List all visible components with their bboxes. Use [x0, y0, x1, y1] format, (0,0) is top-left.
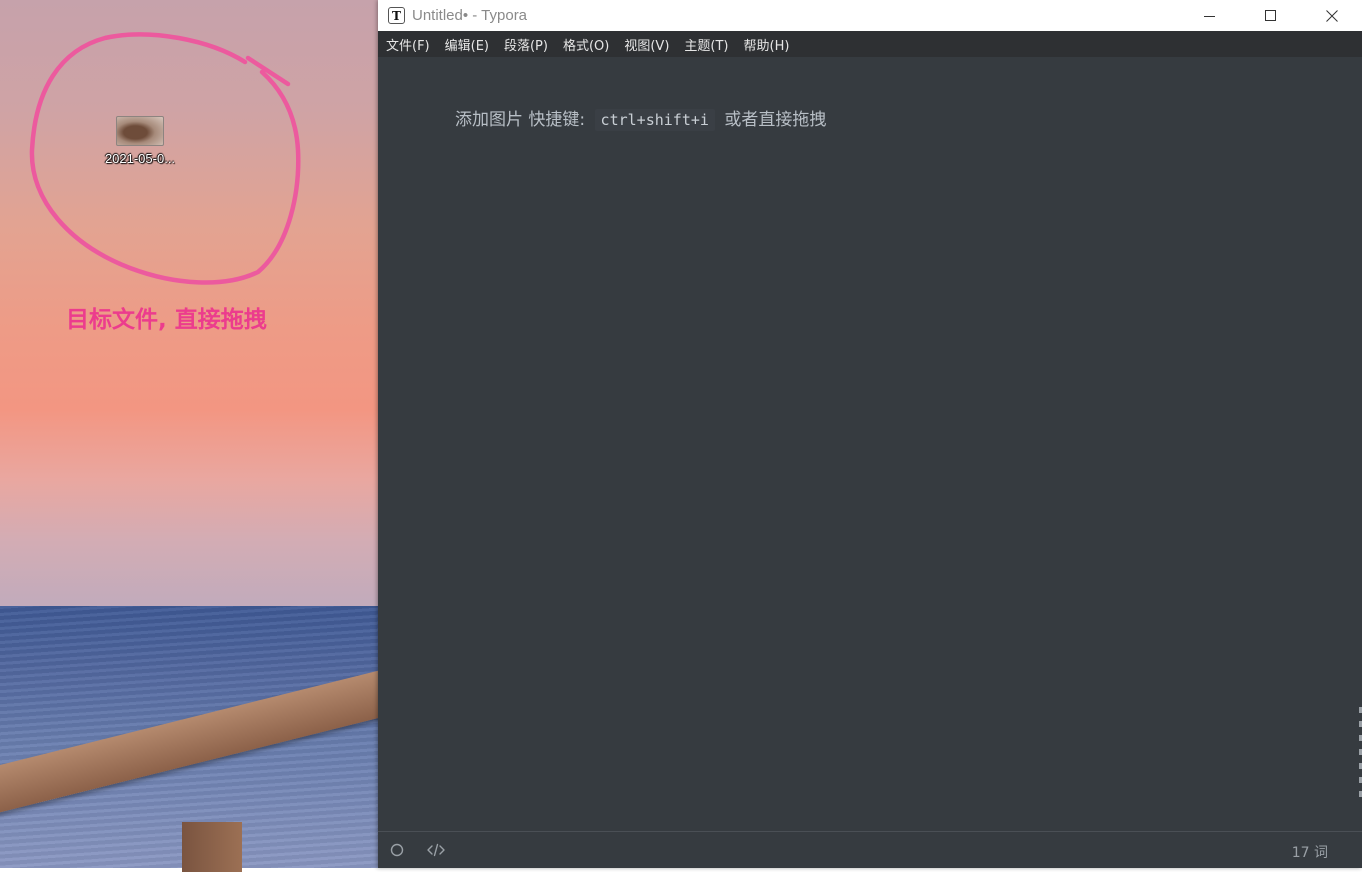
close-icon — [1325, 9, 1338, 22]
image-thumbnail-icon — [116, 116, 164, 146]
editor-paragraph[interactable]: 添加图片 快捷键: ctrl+shift+i 或者直接拖拽 — [455, 105, 827, 131]
typora-app-icon: T — [388, 7, 405, 24]
paragraph-text-before: 添加图片 快捷键: — [455, 110, 591, 130]
title-bar[interactable]: T Untitled• - Typora — [378, 0, 1362, 31]
inline-code: ctrl+shift+i — [594, 109, 715, 131]
minimize-button[interactable] — [1179, 0, 1240, 31]
menu-file[interactable]: 文件(F) — [386, 35, 430, 54]
outline-toggle-button[interactable] — [389, 832, 405, 868]
source-mode-button[interactable] — [426, 832, 446, 868]
desktop-file-label: 2021-05-0... — [104, 151, 176, 166]
status-bar: 17 词 — [378, 831, 1362, 868]
menu-bar: 文件(F) 编辑(E) 段落(P) 格式(O) 视图(V) 主题(T) 帮助(H… — [378, 31, 1362, 57]
typora-window: T Untitled• - Typora 文件(F) 编辑(E) 段落(P) 格… — [378, 0, 1362, 868]
window-title: Untitled• - Typora — [412, 7, 528, 24]
pier-post — [182, 822, 242, 872]
menu-format[interactable]: 格式(O) — [563, 35, 609, 54]
maximize-icon — [1264, 9, 1276, 21]
window-controls — [1179, 0, 1362, 31]
annotation-text: 目标文件, 直接拖拽 — [66, 307, 267, 333]
menu-edit[interactable]: 编辑(E) — [445, 35, 489, 54]
menu-theme[interactable]: 主题(T) — [684, 35, 728, 54]
menu-help[interactable]: 帮助(H) — [744, 35, 790, 54]
desktop-file-icon[interactable]: 2021-05-0... — [88, 114, 192, 166]
word-count[interactable]: 17 词 — [1292, 842, 1328, 862]
code-icon — [427, 843, 445, 857]
minimize-icon — [1203, 15, 1215, 17]
maximize-button[interactable] — [1240, 0, 1301, 31]
paragraph-text-after: 或者直接拖拽 — [718, 110, 827, 130]
editor-area[interactable]: 添加图片 快捷键: ctrl+shift+i 或者直接拖拽 — [378, 57, 1362, 832]
close-button[interactable] — [1301, 0, 1362, 31]
menu-view[interactable]: 视图(V) — [624, 35, 669, 54]
menu-paragraph[interactable]: 段落(P) — [504, 35, 548, 54]
circle-icon — [390, 843, 404, 857]
